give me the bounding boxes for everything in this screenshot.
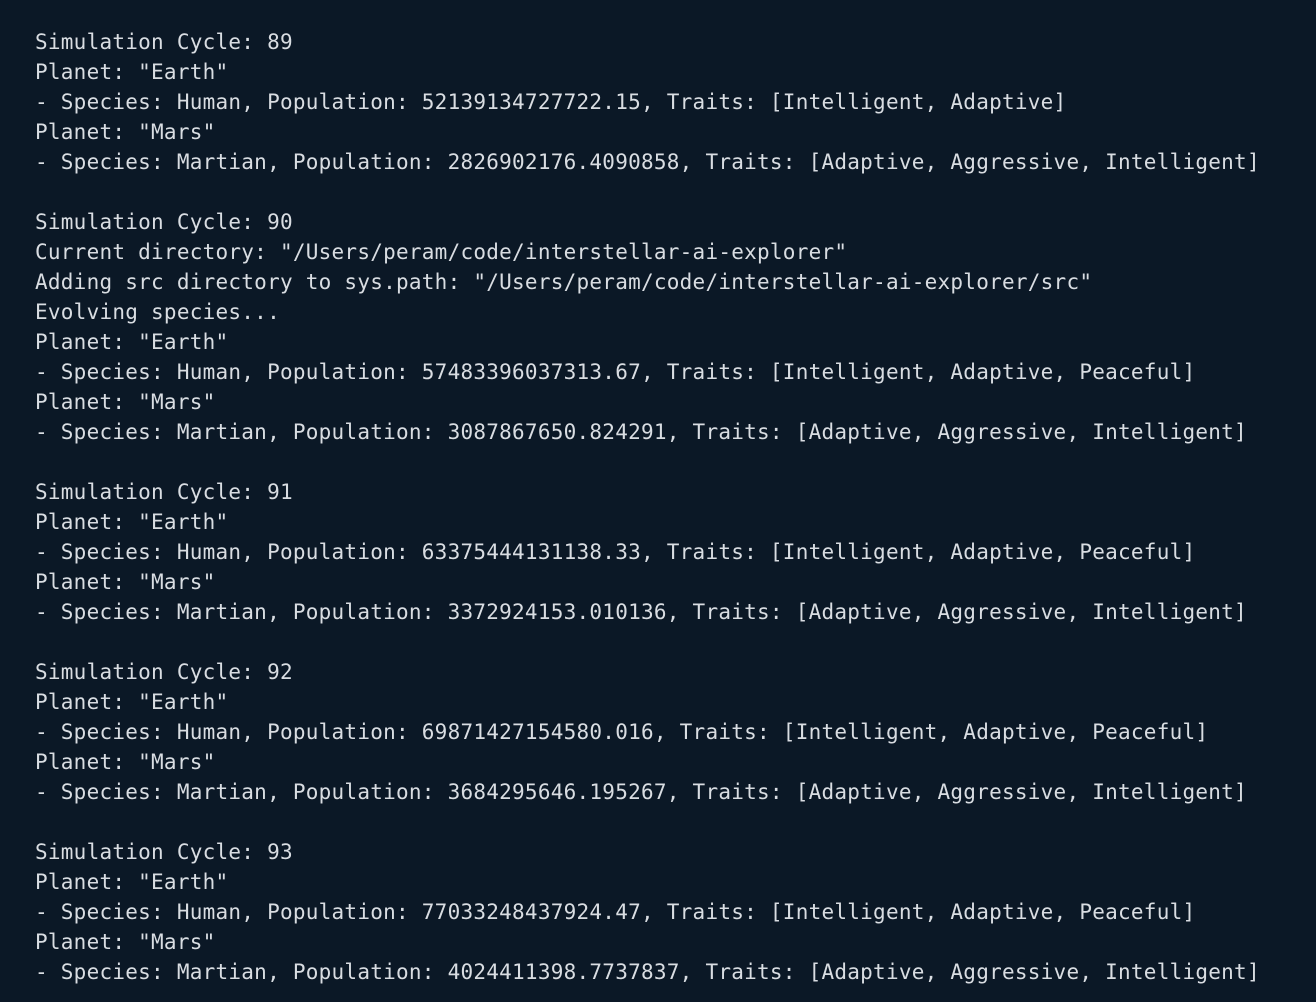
directory-line: Current directory: "/Users/peram/code/in…	[35, 240, 848, 264]
species-line: - Species: Martian, Population: 30878676…	[35, 420, 1247, 444]
planet-line: Planet: "Earth"	[35, 690, 229, 714]
terminal-output[interactable]: Simulation Cycle: 89 Planet: "Earth" - S…	[0, 0, 1316, 1002]
planet-line: Planet: "Mars"	[35, 120, 216, 144]
species-line: - Species: Martian, Population: 28269021…	[35, 150, 1260, 174]
species-line: - Species: Human, Population: 5213913472…	[35, 90, 1067, 114]
species-line: - Species: Human, Population: 6987142715…	[35, 720, 1209, 744]
planet-line: Planet: "Earth"	[35, 330, 229, 354]
sys-path-line: Adding src directory to sys.path: "/User…	[35, 270, 1093, 294]
planet-line: Planet: "Mars"	[35, 570, 216, 594]
species-line: - Species: Human, Population: 5748339603…	[35, 360, 1196, 384]
species-line: - Species: Martian, Population: 36842956…	[35, 780, 1247, 804]
planet-line: Planet: "Earth"	[35, 510, 229, 534]
species-line: - Species: Human, Population: 6337544413…	[35, 540, 1196, 564]
planet-line: Planet: "Mars"	[35, 750, 216, 774]
species-line: - Species: Martian, Population: 40244113…	[35, 960, 1260, 984]
species-line: - Species: Martian, Population: 33729241…	[35, 600, 1247, 624]
species-line: - Species: Human, Population: 7703324843…	[35, 900, 1196, 924]
status-line: Evolving species...	[35, 300, 280, 324]
planet-line: Planet: "Mars"	[35, 930, 216, 954]
planet-line: Planet: "Earth"	[35, 60, 229, 84]
planet-line: Planet: "Earth"	[35, 870, 229, 894]
cycle-header: Simulation Cycle: 92	[35, 660, 293, 684]
cycle-header: Simulation Cycle: 89	[35, 30, 293, 54]
cycle-header: Simulation Cycle: 93	[35, 840, 293, 864]
cycle-header: Simulation Cycle: 91	[35, 480, 293, 504]
planet-line: Planet: "Mars"	[35, 390, 216, 414]
cycle-header: Simulation Cycle: 90	[35, 210, 293, 234]
